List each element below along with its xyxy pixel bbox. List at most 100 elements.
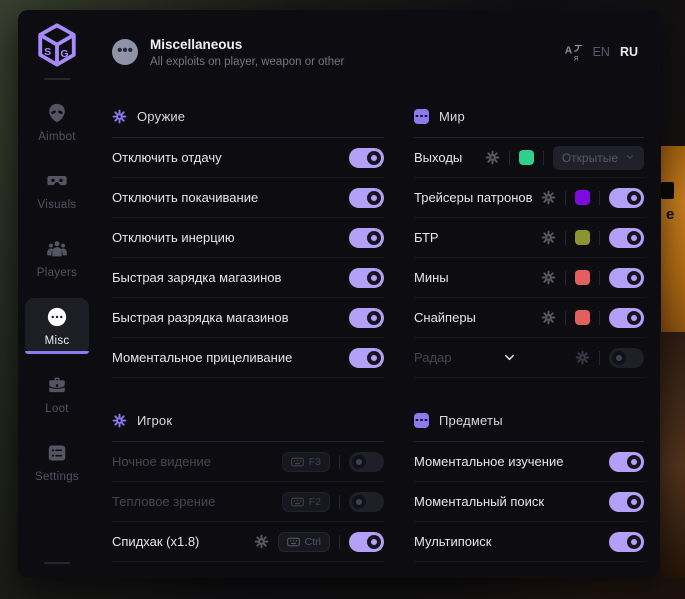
sidebar-item-label: Aimbot [38, 131, 76, 143]
chevron-down-icon[interactable] [452, 350, 567, 365]
section-rows: ВыходыОткрытыеТрейсеры патроновБТРМиныСн… [414, 138, 644, 378]
lang-en-button[interactable]: EN [593, 45, 610, 59]
separator [339, 495, 340, 509]
color-swatch[interactable] [575, 270, 590, 285]
column-1: МирВыходыОткрытыеТрейсеры патроновБТРМин… [414, 92, 644, 562]
section-rows: Моментальное изучение Моментальный поиск М… [414, 442, 644, 562]
sidebar-item-label: Players [37, 267, 77, 279]
row-label: Быстрая зарядка магазинов [112, 270, 341, 285]
dropdown-select[interactable]: Открытые [553, 146, 644, 170]
toggle-switch[interactable] [349, 268, 384, 288]
dots-square-icon [414, 109, 429, 124]
hotkey-badge[interactable]: F3 [282, 452, 330, 472]
row-label: Мультипоиск [414, 534, 601, 549]
sidebar-nav: Aimbot Visuals Players Misc Loot Setting… [18, 94, 96, 490]
toggle-knob [367, 231, 381, 245]
row-label: Моментальное изучение [414, 454, 601, 469]
sidebar-item-aimbot[interactable]: Aimbot [25, 94, 89, 150]
toggle-switch[interactable] [609, 452, 644, 472]
setting-row: Трейсеры патронов [414, 178, 644, 218]
briefcase-icon [46, 374, 68, 396]
setting-row: Быстрая зарядка магазинов [112, 258, 384, 298]
cheat-menu-window: S G Aimbot Visuals Players Misc [18, 10, 660, 578]
row-controls [349, 348, 384, 368]
color-swatch[interactable] [519, 150, 534, 165]
toggle-switch[interactable] [349, 308, 384, 328]
row-controls [609, 452, 644, 472]
toggle-switch[interactable] [609, 348, 644, 368]
settings-gear-icon[interactable] [541, 310, 556, 325]
language-switcher: EN RU [564, 43, 638, 62]
section: МирВыходыОткрытыеТрейсеры патроновБТРМин… [414, 92, 644, 378]
setting-row: Тепловое зрениеF2 [112, 482, 384, 522]
desktop: { "header": { "title": "Miscellaneous", … [0, 0, 685, 599]
row-controls [575, 348, 644, 368]
setting-row: ВыходыОткрытые [414, 138, 644, 178]
toggle-knob [627, 535, 641, 549]
sidebar-item-misc[interactable]: Misc [25, 298, 89, 354]
settings-gear-icon[interactable] [541, 270, 556, 285]
hotkey-badge[interactable]: F2 [282, 492, 330, 512]
separator [339, 455, 340, 469]
column-0: ОружиеОтключить отдачуОтключить покачива… [112, 92, 384, 562]
toggle-knob [627, 495, 641, 509]
sidebar-item-visuals[interactable]: Visuals [25, 162, 89, 218]
ellipsis-circle-icon [46, 306, 68, 328]
color-swatch[interactable] [575, 230, 590, 245]
sidebar-divider [44, 562, 70, 564]
toggle-switch[interactable] [609, 228, 644, 248]
settings-gear-icon[interactable] [541, 230, 556, 245]
toggle-switch[interactable] [349, 188, 384, 208]
gear-icon [112, 109, 127, 124]
header: ••• Miscellaneous All exploits on player… [96, 10, 660, 92]
row-controls: F3 [282, 452, 384, 472]
toggle-switch[interactable] [349, 148, 384, 168]
color-swatch[interactable] [575, 190, 590, 205]
page-title: Miscellaneous [150, 37, 344, 52]
row-controls [541, 188, 644, 208]
toggle-switch[interactable] [609, 532, 644, 552]
toggle-switch[interactable] [609, 308, 644, 328]
row-controls [349, 148, 384, 168]
toggle-switch[interactable] [609, 188, 644, 208]
header-text: Miscellaneous All exploits on player, we… [150, 37, 344, 68]
lang-ru-button[interactable]: RU [620, 45, 638, 59]
sidebar-item-players[interactable]: Players [25, 230, 89, 286]
settings-gear-icon[interactable] [541, 190, 556, 205]
section-header: Оружие [112, 104, 384, 128]
separator [339, 535, 340, 549]
toggle-knob [627, 191, 641, 205]
settings-list-icon [46, 442, 68, 464]
row-controls [541, 308, 644, 328]
toggle-switch[interactable] [349, 532, 384, 552]
toggle-switch[interactable] [609, 268, 644, 288]
toggle-knob [367, 191, 381, 205]
section-header: Мир [414, 104, 644, 128]
toggle-switch[interactable] [349, 228, 384, 248]
separator [565, 191, 566, 205]
settings-gear-icon[interactable] [575, 350, 590, 365]
sidebar-item-loot[interactable]: Loot [25, 366, 89, 422]
toggle-switch[interactable] [349, 348, 384, 368]
toggle-knob [627, 311, 641, 325]
settings-gear-icon[interactable] [485, 150, 500, 165]
toggle-switch[interactable] [349, 492, 384, 512]
sidebar-item-settings[interactable]: Settings [25, 434, 89, 490]
color-swatch[interactable] [575, 310, 590, 325]
svg-text:S: S [44, 46, 51, 58]
section-title: Игрок [137, 413, 172, 428]
settings-gear-icon[interactable] [254, 534, 269, 549]
row-label: Моментальный поиск [414, 494, 601, 509]
setting-row: Отключить инерцию [112, 218, 384, 258]
vr-goggles-icon [46, 170, 68, 192]
section-title: Мир [439, 109, 465, 124]
section-header: Игрок [112, 408, 384, 432]
sidebar-divider [44, 78, 70, 80]
hotkey-badge[interactable]: Ctrl [278, 532, 330, 552]
separator [599, 311, 600, 325]
sidebar-item-label: Loot [45, 403, 69, 415]
toggle-switch[interactable] [349, 452, 384, 472]
app-logo-cube: S G [34, 22, 80, 68]
toggle-switch[interactable] [609, 492, 644, 512]
separator [565, 231, 566, 245]
